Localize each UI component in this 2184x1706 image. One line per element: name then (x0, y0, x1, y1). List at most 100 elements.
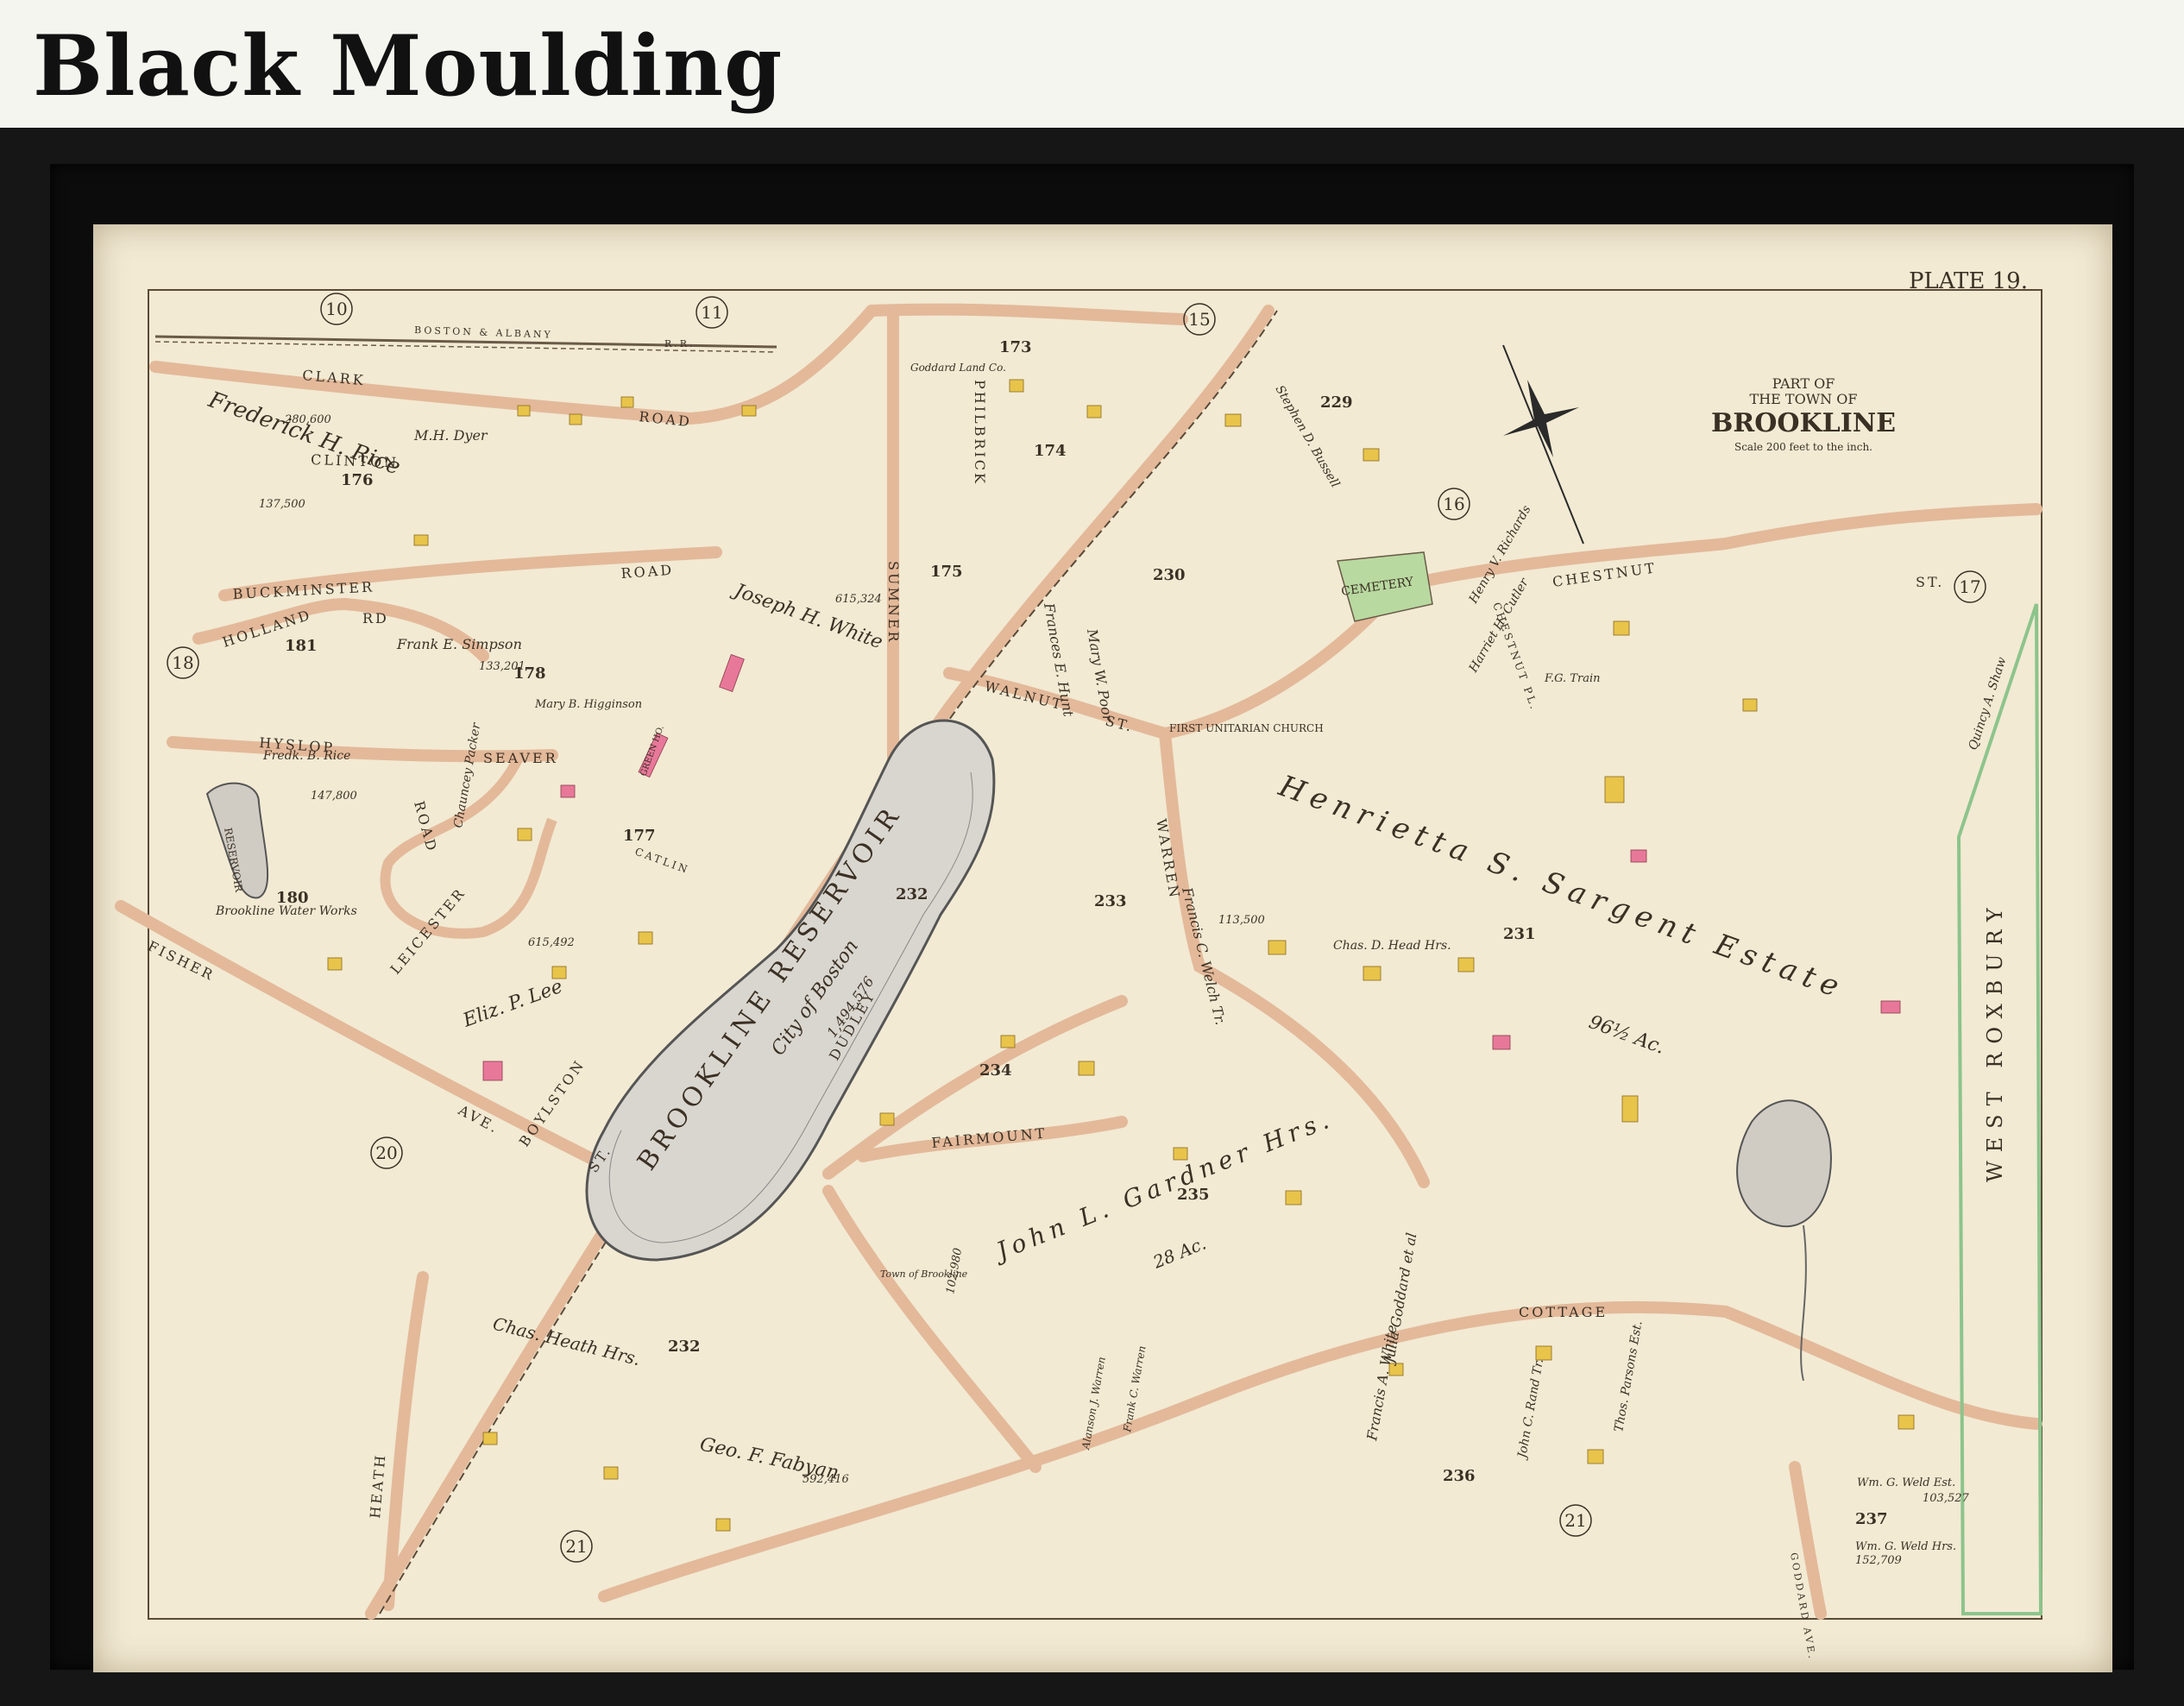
building (1285, 1190, 1302, 1206)
street-label: ROAD (639, 408, 693, 430)
owner-label: Francis C. Welch Tr. (1179, 884, 1229, 1026)
svg-text:16: 16 (1443, 494, 1464, 514)
building (603, 1466, 619, 1480)
svg-text:11: 11 (701, 302, 722, 323)
building (1898, 1414, 1915, 1430)
cartouche-scale: Scale 200 feet to the inch. (1734, 441, 1872, 453)
plate-ref: 18 (167, 646, 199, 679)
owner-label: Thos. Parsons Est. (1612, 1319, 1645, 1432)
area-figure: 103,527 (1923, 1492, 1969, 1505)
street-label: SEAVER (483, 750, 558, 766)
road-clark-east (865, 303, 1188, 325)
area-figure: 280,600 (284, 413, 331, 426)
block-number: 176 (341, 471, 374, 489)
building (569, 413, 582, 425)
street-label: WALNUT (983, 677, 1066, 713)
building (1009, 379, 1024, 393)
building (482, 1061, 503, 1081)
street-labels: CLARK ROAD BOSTON & ALBANY R.R. CLINTON … (145, 324, 2007, 1661)
svg-text:18: 18 (172, 652, 193, 673)
road-clark (149, 305, 878, 425)
plate-ref: 10 (320, 293, 353, 325)
building (1492, 1035, 1511, 1050)
svg-text:10: 10 (325, 299, 347, 319)
owner-label: John C. Rand Tr. (1515, 1357, 1546, 1461)
area-figure: 113,500 (1218, 914, 1265, 927)
cartouche-line3: BROOKLINE (1711, 408, 1896, 438)
block-number: 174 (1034, 442, 1067, 460)
owner-label: Fredk. B. Rice (262, 749, 350, 763)
owner-label: Brookline Water Works (215, 904, 357, 918)
street-label: RD (362, 610, 389, 626)
building (1224, 413, 1242, 427)
owner-label: Wm. G. Weld Est. (1857, 1476, 1955, 1489)
building (1078, 1061, 1095, 1076)
building (1457, 957, 1475, 973)
building (638, 931, 653, 945)
building (517, 828, 532, 841)
block-number: 230 (1153, 566, 1186, 584)
building (517, 405, 531, 417)
owner-label: Frederick H. Rice (205, 387, 404, 481)
block-number: 229 (1320, 393, 1353, 412)
building (1742, 698, 1758, 712)
building (719, 653, 745, 693)
owner-label: Chas. Heath Hrs. (491, 1313, 643, 1370)
title-cartouche: PART OF THE TOWN OF BROOKLINE Scale 200 … (1711, 375, 1896, 453)
pond (1736, 1099, 1832, 1228)
area-figure: 147,800 (311, 790, 357, 803)
building (560, 784, 576, 798)
building (1880, 1000, 1901, 1014)
owner-label: Julia Goddard et al (1381, 1231, 1420, 1367)
building (1535, 1345, 1552, 1361)
plate-ref: 16 (1438, 488, 1470, 520)
road-dudley-south (822, 1185, 1042, 1473)
building (1086, 405, 1102, 419)
area-figure: 137,500 (259, 498, 305, 511)
building (1621, 1095, 1639, 1123)
plate-ref: 17 (1954, 570, 1986, 603)
area-figure: 615,324 (835, 593, 882, 606)
area-figure: 592,416 (802, 1473, 849, 1486)
road-walnut (943, 581, 1404, 740)
block-number: 181 (285, 637, 318, 655)
brook (1800, 1224, 1807, 1382)
building (482, 1432, 498, 1445)
block-number: 232 (668, 1338, 701, 1356)
svg-text:17: 17 (1959, 576, 1980, 597)
street-label: BOSTON & ALBANY (414, 324, 553, 341)
plate-number: PLATE 19. (1909, 268, 2028, 294)
block-number: 236 (1443, 1467, 1476, 1485)
plate-ref: 11 (695, 296, 728, 329)
block-number: 237 (1855, 1510, 1888, 1528)
building (413, 534, 429, 546)
plate-ref: 21 (560, 1530, 593, 1563)
cartouche-line2: THE TOWN OF (1750, 391, 1858, 407)
svg-text:20: 20 (375, 1143, 397, 1163)
svg-text:21: 21 (565, 1536, 587, 1557)
building (879, 1112, 895, 1126)
plate-ref: 15 (1183, 303, 1216, 336)
street-label: COTTAGE (1519, 1304, 1608, 1320)
area-figure: 615,492 (528, 936, 575, 949)
building (1613, 620, 1630, 636)
owner-label: Joseph H. White (728, 579, 885, 654)
owner-label: 96½ Ac. (1586, 1011, 1668, 1059)
brookline-map: PART OF THE TOWN OF BROOKLINE Scale 200 … (115, 268, 2043, 1661)
plate-ref: 21 (1559, 1504, 1592, 1537)
owner-label: M.H. Dyer (413, 427, 488, 444)
owner-label: Henrietta S. Sargent Estate (1274, 769, 1850, 1007)
building (1363, 966, 1382, 981)
block-number: 231 (1503, 925, 1536, 943)
building (620, 396, 634, 408)
svg-text:15: 15 (1188, 309, 1210, 330)
owner-label: 28 Ac. (1149, 1232, 1209, 1273)
street-label: CATLIN (633, 846, 691, 877)
area-figures: 280,600 137,500 615,324 133,201 147,800 … (259, 413, 1969, 1567)
street-label: R.R. (664, 338, 695, 349)
street-label: FAIRMOUNT (931, 1124, 1048, 1151)
street-label: ROAD (620, 562, 675, 582)
block-number: 234 (979, 1061, 1012, 1080)
owner-label: Eliz. P. Lee (460, 976, 566, 1032)
street-label: HEATH (367, 1452, 389, 1519)
